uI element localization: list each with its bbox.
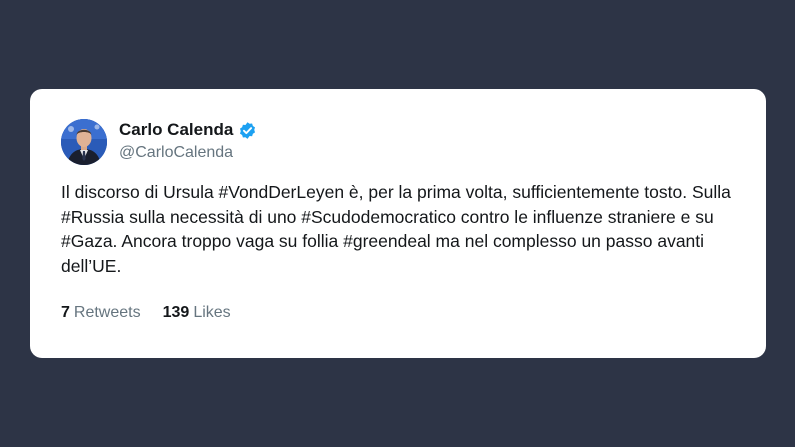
tweet-text: Il discorso di Ursula #VondDerLeyen è, p…	[61, 182, 731, 276]
retweets-count: 7	[61, 304, 70, 321]
tweet-stats: 7 Retweets 139 Likes	[61, 304, 231, 322]
retweets-label: Retweets	[73, 304, 141, 321]
likes-label: Likes	[193, 304, 231, 321]
likes-count: 139	[162, 304, 190, 321]
author-name-row[interactable]: Carlo Calenda	[119, 120, 257, 140]
tweet-card: Carlo Calenda @CarloCalenda Il discorso …	[30, 89, 766, 358]
verified-badge-icon	[238, 121, 257, 140]
likes-stat[interactable]: 139 Likes	[163, 304, 231, 322]
avatar-image	[61, 119, 107, 165]
author-handle[interactable]: @CarloCalenda	[119, 144, 233, 162]
retweets-stat[interactable]: 7 Retweets	[61, 304, 141, 322]
author-name[interactable]: Carlo Calenda	[119, 120, 233, 140]
avatar[interactable]	[61, 119, 107, 165]
